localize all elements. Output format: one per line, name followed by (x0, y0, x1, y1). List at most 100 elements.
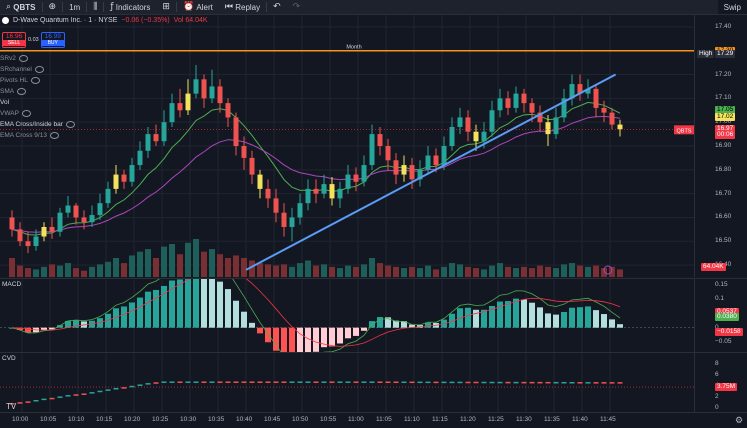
cvd-bar (153, 382, 159, 384)
price-pane[interactable]: Month QBTS (0, 15, 694, 277)
alarm-clock-icon: ⏰ (182, 2, 195, 12)
candle-body (601, 107, 607, 113)
candle-body (489, 110, 495, 132)
macd-chart[interactable] (0, 256, 694, 362)
candle-body (25, 241, 31, 247)
candle-body (425, 155, 431, 170)
legend-volume: Vol 64.04K (173, 17, 208, 24)
cvd-bar (273, 381, 279, 383)
volume-bar (497, 263, 503, 277)
alert-button[interactable]: ⏰ Alert (177, 0, 219, 14)
symbol-search[interactable]: ⌕ QBTS (0, 0, 42, 14)
cvd-bar (49, 397, 55, 400)
candle-body (385, 146, 391, 161)
cvd-pane[interactable]: TV (0, 352, 694, 413)
macd-histogram-bar (209, 276, 215, 328)
macd-histogram-bar (473, 309, 479, 328)
eye-icon[interactable] (30, 77, 40, 84)
indicator-label: Vol (0, 99, 10, 106)
plus-circle-icon: ⊕ (48, 2, 57, 12)
indicators-button[interactable]: ƒ Indicators (104, 0, 156, 14)
eye-icon[interactable] (49, 132, 59, 139)
cvd-bar (73, 394, 79, 396)
eye-icon[interactable] (21, 110, 31, 117)
macd-histogram-bar (265, 327, 271, 343)
price-tick-label: 16.90 (715, 142, 732, 149)
price-axis[interactable]: 17.4017.3017.2017.1017.0016.9016.8016.70… (694, 15, 747, 277)
candle-body (249, 157, 255, 175)
legend-title: D-Wave Quantum Inc. · 1 · NYSE (13, 17, 118, 24)
chart-legend: D-Wave Quantum Inc. · 1 · NYSE −0.06 (−0… (2, 17, 208, 24)
volume-bar (361, 264, 367, 277)
volume-bar (161, 246, 167, 277)
candle-body (65, 205, 71, 213)
candle-body (49, 226, 55, 232)
volume-bar (201, 251, 207, 277)
indicator-row[interactable]: SMA (0, 88, 27, 95)
macd-histogram-bar (185, 276, 191, 328)
volume-bar (441, 266, 447, 277)
interval-button[interactable]: 1m (63, 0, 86, 14)
swipe-button[interactable]: Swip (717, 0, 747, 14)
candle-body (177, 103, 183, 111)
indicator-row[interactable]: EMA Cross/Inside bar (0, 121, 75, 128)
time-tick-label: 10:05 (40, 416, 57, 423)
cvd-chart[interactable]: TV (0, 353, 694, 413)
candle-body (369, 134, 375, 166)
interval-label: 1m (69, 2, 81, 12)
volume-bar (49, 264, 55, 277)
candle-body (73, 205, 79, 218)
candle-body (305, 188, 311, 204)
indicator-row[interactable]: SRchannel (0, 66, 44, 73)
macd-pane[interactable] (0, 256, 694, 362)
eye-icon[interactable] (17, 88, 27, 95)
indicator-row[interactable]: SRv2 (0, 55, 28, 62)
candle-body (353, 174, 359, 182)
cvd-bar (401, 381, 407, 384)
indicator-row[interactable]: EMA Cross 9/13 (0, 132, 59, 139)
chart-type-button[interactable]: ⫼ (87, 0, 103, 14)
cvd-label: CVD (2, 355, 16, 362)
macd-histogram-bar (537, 307, 543, 328)
eye-icon[interactable] (18, 55, 28, 62)
price-tag: 17.02 (715, 113, 736, 122)
buy-button[interactable]: 16.99 BUY (40, 32, 65, 48)
redo-button[interactable]: ↷ (287, 0, 307, 14)
eye-icon[interactable] (65, 121, 75, 128)
indicator-row[interactable]: Pivots HL (0, 77, 40, 84)
indicator-label: EMA Cross/Inside bar (0, 121, 63, 128)
cvd-axis[interactable]: 864203.75M (694, 352, 747, 413)
undo-button[interactable]: ↶ (267, 0, 287, 14)
macd-histogram-bar (609, 319, 615, 328)
candle-body (497, 98, 503, 111)
time-tick-label: 10:35 (208, 416, 225, 423)
volume-tag: 64.04K (701, 263, 726, 271)
cvd-bar (473, 381, 479, 384)
indicator-row[interactable]: VWAP (0, 110, 31, 117)
candle-body (257, 174, 263, 189)
macd-axis[interactable]: 0.150.10.050−0.050.05370.0380−0.0158 (694, 278, 747, 352)
sell-button[interactable]: 16.96 SELL (2, 32, 26, 48)
trade-buttons: 16.96 SELL 0.03 16.99 BUY (2, 32, 65, 48)
replay-button[interactable]: ⏮ Replay (219, 0, 266, 14)
cvd-bar (81, 393, 87, 395)
layout-button[interactable]: ⊞ (156, 0, 176, 14)
volume-bar (137, 251, 143, 277)
macd-histogram-bar (177, 279, 183, 328)
add-symbol-button[interactable]: ⊕ (43, 0, 63, 14)
time-axis[interactable]: 10:00 10:05 10:10 10:15 10:20 10:25 10:30 10:35… (0, 412, 747, 428)
price-chart[interactable]: Month QBTS (0, 15, 694, 277)
macd-histogram-bar (337, 327, 343, 344)
cvd-bar (585, 382, 591, 384)
eye-icon[interactable] (34, 66, 44, 73)
candle-body (185, 93, 191, 111)
swipe-label: Swip (723, 2, 741, 12)
volume-bar (65, 263, 71, 277)
cvd-bar (505, 381, 511, 384)
price-tick-label: 17.20 (715, 70, 732, 78)
indicator-row[interactable]: Vol (0, 99, 9, 106)
macd-histogram-bar (241, 311, 247, 328)
volume-bar (417, 268, 423, 277)
price-tick-label: 17.10 (715, 94, 732, 102)
time-tick-label: 11:40 (572, 416, 588, 423)
